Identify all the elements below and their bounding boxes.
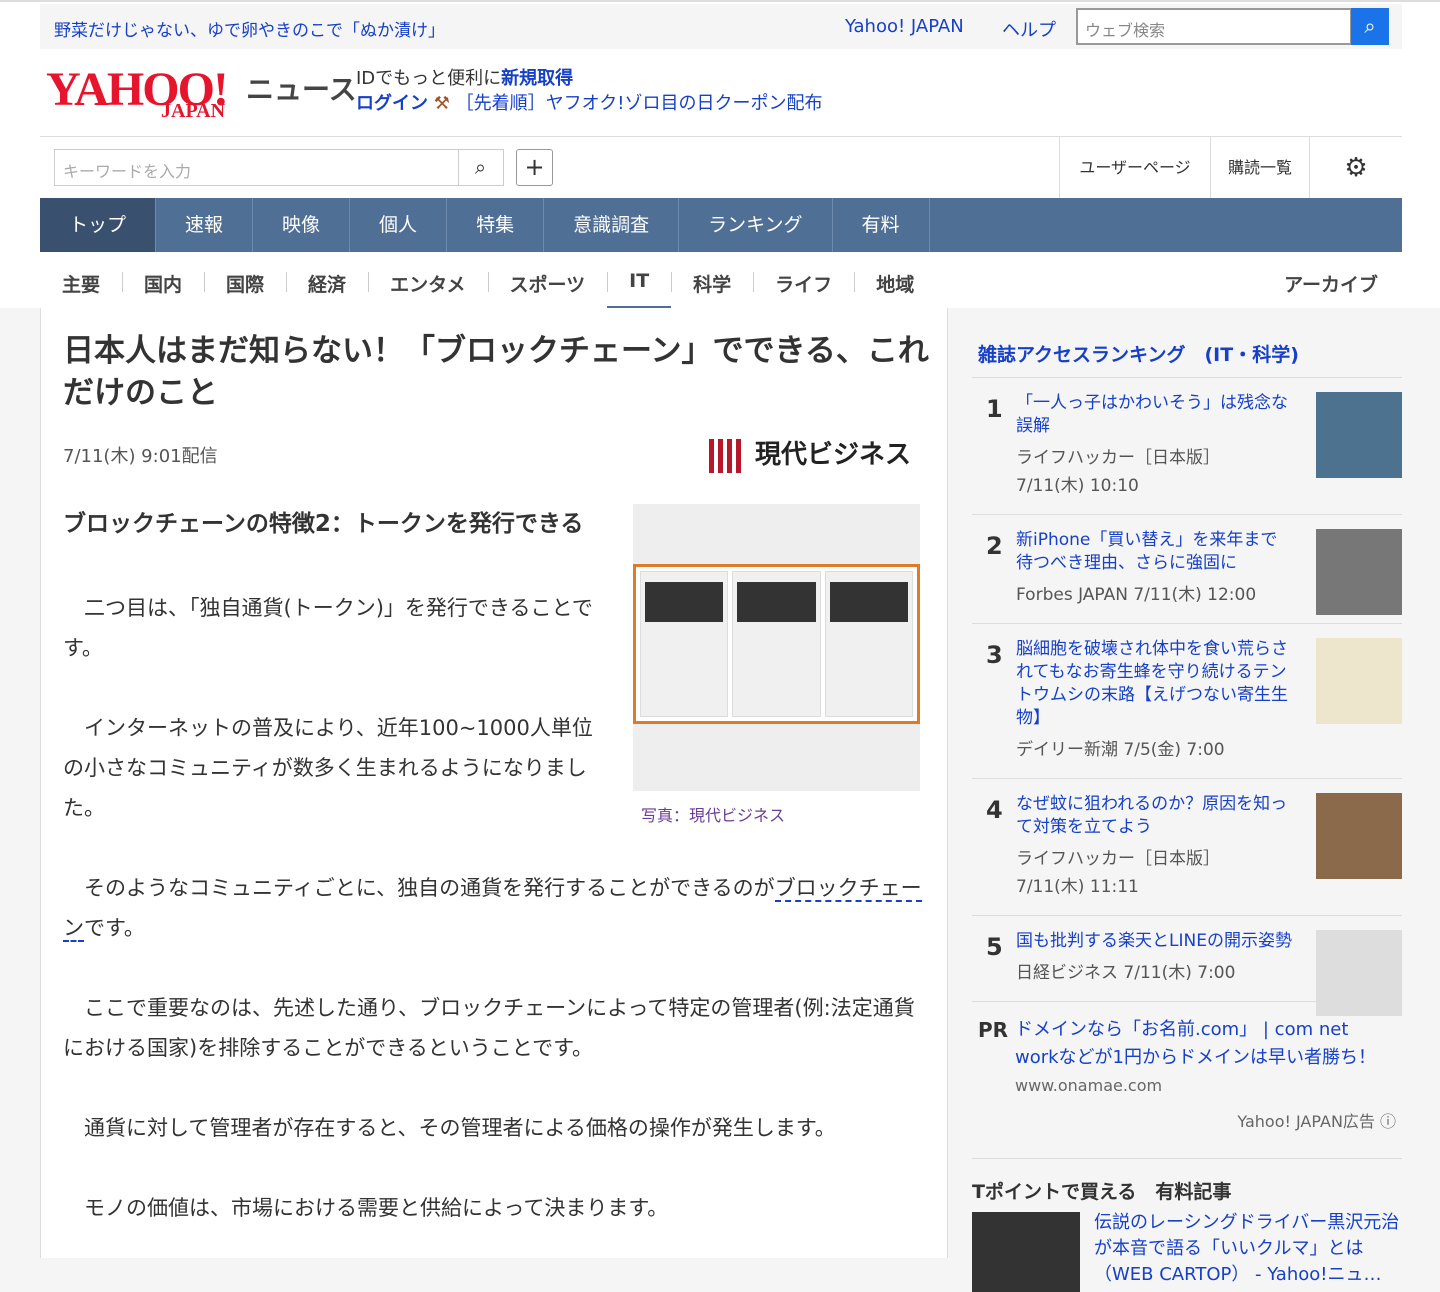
nav-paid[interactable]: 有料: [833, 198, 930, 252]
tab-international[interactable]: 国際: [204, 260, 286, 310]
ranking-item[interactable]: 1 「一人っ子はかわいそう」は残念な誤解ライフハッカー［日本版］ 7/11(木) …: [972, 377, 1402, 514]
article: 日本人はまだ知らない！「ブロックチェーン」でできる、これだけのこと 7/11(木…: [40, 308, 948, 1258]
yahoo-japan-link[interactable]: Yahoo! JAPAN: [845, 16, 964, 37]
ranking-title-link[interactable]: 脳細胞を破壊され体中を食い荒らされてもなお寄生蜂を守り続けるテントウムシの末路【…: [1016, 639, 1288, 728]
ranking-title[interactable]: 雑誌アクセスランキング (IT・科学): [978, 340, 1402, 367]
tab-main[interactable]: 主要: [40, 260, 122, 310]
signup-link[interactable]: 新規取得: [501, 68, 573, 89]
gear-icon[interactable]: ⚙: [1309, 137, 1402, 199]
nav-top[interactable]: トップ: [40, 198, 157, 252]
nav-breaking[interactable]: 速報: [156, 198, 254, 252]
pr-label: PR: [978, 1018, 1009, 1042]
article-title: 日本人はまだ知らない！「ブロックチェーン」でできる、これだけのこと: [63, 333, 929, 411]
web-search-input[interactable]: ウェブ検索: [1076, 8, 1352, 45]
rank: 1: [986, 395, 1003, 423]
paragraph: 通貨に対して管理者が存在すると、その管理者による価格の操作が発生します。: [63, 1116, 836, 1140]
help-link[interactable]: ヘルプ: [1002, 16, 1056, 42]
search-icon[interactable]: ⌕: [1351, 8, 1389, 45]
publisher-mark-icon: [709, 438, 743, 473]
tab-entertainment[interactable]: エンタメ: [368, 260, 487, 310]
tab-local[interactable]: 地域: [854, 260, 936, 310]
ranking-title-link[interactable]: 国も批判する楽天とLINEの開示姿勢: [1016, 931, 1292, 951]
subscriptions-link[interactable]: 購読一覧: [1210, 137, 1309, 199]
thumbnail[interactable]: [1316, 392, 1402, 478]
search-icon[interactable]: ⌕: [458, 150, 502, 185]
archive-link[interactable]: アーカイブ: [1284, 270, 1378, 297]
ranking-item[interactable]: 4 なぜ蚊に狙われるのか？原因を知って対策を立てようライフハッカー［日本版］ 7/…: [972, 778, 1402, 915]
text: そのようなコミュニティごとに、独自の通貨を発行することができるのが: [63, 876, 775, 900]
promo-bar: 野菜だけじゃない、ゆで卵やきのこで「ぬか漬け」 Yahoo! JAPAN ヘルプ…: [40, 4, 1402, 49]
nav-feature[interactable]: 特集: [447, 198, 545, 252]
auction-promo-link[interactable]: ［先着順］ヤフオク!ゾロ目の日クーポン配布: [456, 93, 823, 114]
paragraph: モノの価値は、市場における需要と供給によって決まります。: [63, 1196, 669, 1220]
user-page-link[interactable]: ユーザーページ: [1059, 137, 1210, 199]
header: 野菜だけじゃない、ゆで卵やきのこで「ぬか漬け」 Yahoo! JAPAN ヘルプ…: [0, 0, 1440, 310]
tab-life[interactable]: ライフ: [753, 260, 854, 310]
sidebar: 雑誌アクセスランキング (IT・科学) 1 「一人っ子はかわいそう」は残念な誤解ラ…: [972, 308, 1402, 1292]
nav-video[interactable]: 映像: [253, 198, 351, 252]
rank: 3: [986, 641, 1003, 669]
ranking-meta: 日経ビジネス 7/11(木) 7:00: [1016, 963, 1236, 983]
tab-science[interactable]: 科学: [671, 260, 753, 310]
ranking-title-link[interactable]: 「一人っ子はかわいそう」は残念な誤解: [1016, 393, 1288, 436]
tpoint-section: Tポイントで買える 有料記事 伝説のレーシングドライバー黒沢元治が本音で語る「いい…: [972, 1158, 1402, 1292]
tab-economy[interactable]: 経済: [286, 260, 368, 310]
ranking-item[interactable]: 3 脳細胞を破壊され体中を食い荒らされてもなお寄生蜂を守り続けるテントウムシの末路…: [972, 623, 1402, 778]
tab-sports[interactable]: スポーツ: [487, 260, 608, 310]
yahoo-logo[interactable]: YAHOO! JAPAN: [46, 62, 229, 122]
ranking-meta: デイリー新潮 7/5(金) 7:00: [1016, 740, 1225, 760]
rank: 4: [986, 796, 1003, 824]
ranking-meta: ライフハッカー［日本版］ 7/11(木) 10:10: [1016, 448, 1220, 496]
gavel-icon: ⚒: [433, 93, 450, 114]
global-nav: トップ 速報 映像 個人 特集 意識調査 ランキング 有料: [40, 198, 1402, 252]
ranking-item[interactable]: 2 新iPhone「買い替え」を来年まで待つべき理由、さらに強固に Forbes J…: [972, 514, 1402, 623]
rank: 2: [986, 532, 1003, 560]
ranking-title-link[interactable]: 新iPhone「買い替え」を来年まで待つべき理由、さらに強固に: [1016, 530, 1277, 573]
keyword-input[interactable]: キーワードを入力: [54, 149, 504, 186]
article-body: 二つ目は、「独自通貨(トークン)」を発行できることです。 インターネットの普及に…: [63, 588, 933, 1268]
promo-link[interactable]: 野菜だけじゃない、ゆで卵やきのこで「ぬか漬け」: [54, 16, 445, 41]
paragraph: そのようなコミュニティごとに、独自の通貨を発行することができるのがブロックチェー…: [63, 868, 933, 948]
text: です。: [84, 916, 145, 940]
paragraph: ここで重要なのは、先述した通り、ブロックチェーンによって特定の管理者(例:法定通…: [63, 996, 915, 1060]
article-date: 7/11(木) 9:01配信: [63, 446, 218, 467]
rank: 5: [986, 933, 1003, 961]
plus-button[interactable]: +: [516, 149, 553, 186]
article-subheading: ブロックチェーンの特徴2：トークンを発行できる: [63, 511, 584, 537]
tab-domestic[interactable]: 国内: [122, 260, 204, 310]
paragraph: 二つ目は、「独自通貨(トークン)」を発行できることです。: [63, 596, 593, 660]
thumbnail[interactable]: [1316, 793, 1402, 879]
thumbnail[interactable]: [1316, 638, 1402, 724]
tpoint-title: Tポイントで買える 有料記事: [972, 1181, 1232, 1203]
nav-individual[interactable]: 個人: [350, 198, 448, 252]
login-link[interactable]: ログイン: [356, 93, 428, 114]
thumbnail[interactable]: [1316, 529, 1402, 615]
ranking-title-link[interactable]: なぜ蚊に狙われるのか？原因を知って対策を立てよう: [1016, 794, 1287, 837]
id-text: IDでもっと便利に: [356, 68, 502, 89]
tab-it[interactable]: IT: [607, 260, 672, 310]
pr-title-link[interactable]: ドメインなら「お名前.com」 | com net workなどが1円からドメイ…: [1015, 1016, 1396, 1072]
pr-ad[interactable]: PR ドメインなら「お名前.com」 | com net workなどが1円からド…: [972, 1001, 1402, 1150]
category-nav: 主要 国内 国際 経済 エンタメ スポーツ IT 科学 ライフ 地域 アーカイブ: [40, 260, 1402, 310]
paragraph: インターネットの普及により、近年100~1000人単位の小さなコミュニティが数多…: [63, 716, 593, 820]
ranking-item[interactable]: 5 国も批判する楽天とLINEの開示姿勢 日経ビジネス 7/11(木) 7:00: [972, 915, 1402, 1016]
ranking-meta: ライフハッカー［日本版］ 7/11(木) 11:11: [1016, 849, 1220, 897]
publisher-name: 現代ビジネス: [755, 440, 912, 470]
ranking-meta: Forbes JAPAN 7/11(木) 12:00: [1016, 585, 1257, 605]
thumbnail[interactable]: [972, 1212, 1080, 1292]
publisher-logo[interactable]: 現代ビジネス: [709, 434, 911, 473]
nav-ranking[interactable]: ランキング: [679, 198, 833, 252]
toolbar: キーワードを入力 ⌕ + ユーザーページ 購読一覧 ⚙: [40, 136, 1402, 199]
pr-url: www.onamae.com: [1015, 1076, 1163, 1095]
service-name[interactable]: ニュース: [246, 68, 357, 108]
tpoint-article-link[interactable]: 伝説のレーシングドライバー黒沢元治が本音で語る「いいクルマ」とは（WEB CAR…: [1094, 1204, 1402, 1288]
ad-label[interactable]: Yahoo! JAPAN広告 ⓘ: [978, 1108, 1396, 1136]
nav-survey[interactable]: 意識調査: [544, 198, 680, 252]
